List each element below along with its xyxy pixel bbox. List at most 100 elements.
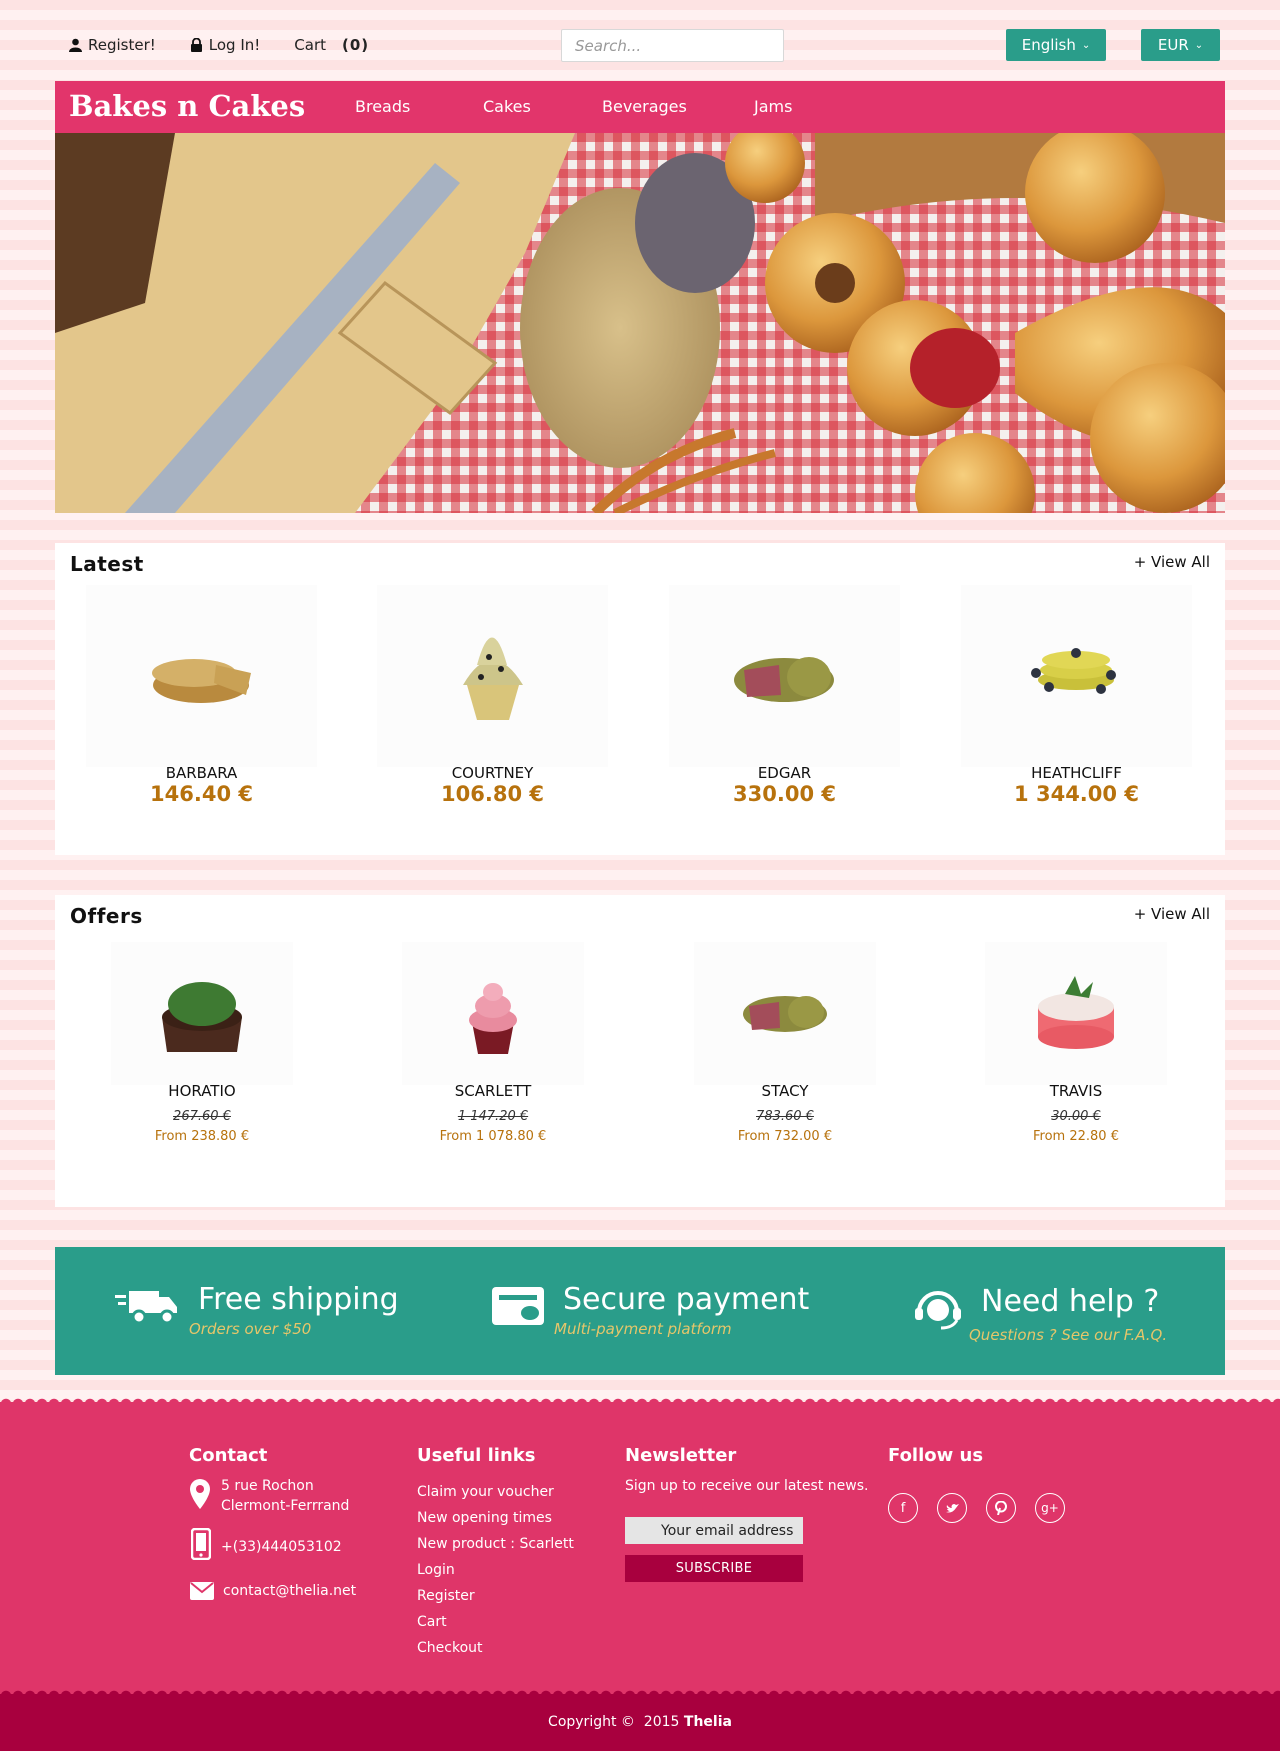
contact-address: 5 rue Rochon Clermont-Ferrrand (221, 1476, 349, 1516)
nav-item-jams[interactable]: Jams (754, 97, 792, 116)
copyright-brand[interactable]: Thelia (684, 1714, 732, 1730)
headset-icon (915, 1291, 961, 1330)
product-name[interactable]: EDGAR (669, 764, 900, 782)
offers-title: Offers (70, 904, 143, 928)
main-nav: Bakes n Cakes Breads Cakes Beverages Jam… (55, 81, 1225, 133)
cart-link[interactable]: Cart (0) (294, 36, 369, 54)
product-price: 106.80 € (441, 782, 544, 806)
footer-link[interactable]: Register (417, 1588, 475, 1604)
footer-link[interactable]: Login (417, 1562, 455, 1578)
brand-logo[interactable]: Bakes n Cakes (69, 89, 305, 123)
product-name[interactable]: HEATHCLIFF (961, 764, 1192, 782)
product-price: From 22.80 € (1033, 1129, 1119, 1144)
currency-value: EUR (1157, 36, 1189, 54)
hero-banner[interactable] (55, 133, 1225, 513)
product-name[interactable]: COURTNEY (377, 764, 608, 782)
product-photo (743, 996, 827, 1032)
features-bar: Free shipping Orders over $50 Secure pay… (55, 1247, 1225, 1375)
product-card[interactable]: COURTNEY 106.80 € (377, 585, 608, 815)
product-price: From 238.80 € (154, 1129, 250, 1144)
newsletter-text: Sign up to receive our latest news. (625, 1478, 869, 1494)
product-name[interactable]: TRAVIS (985, 1082, 1167, 1100)
product-image[interactable] (694, 942, 876, 1085)
feature-title: Secure payment (563, 1282, 810, 1317)
product-name[interactable]: STACY (694, 1082, 876, 1100)
pinterest-glyph (995, 1501, 1007, 1515)
product-name[interactable]: SCARLETT (402, 1082, 584, 1100)
pinterest-icon[interactable] (986, 1493, 1016, 1523)
nav-item-cakes[interactable]: Cakes (483, 97, 531, 116)
copyright-prefix: Copyright © 2015 (548, 1714, 684, 1730)
card-icon (492, 1287, 544, 1325)
nav-item-breads[interactable]: Breads (355, 97, 410, 116)
login-link[interactable]: Log In! (190, 36, 260, 54)
register-link[interactable]: Register! (69, 36, 156, 54)
product-image[interactable] (669, 585, 900, 767)
product-card[interactable]: EDGAR 330.00 € (669, 585, 900, 815)
product-photo (463, 637, 523, 720)
product-image[interactable] (985, 942, 1167, 1085)
product-image[interactable] (377, 585, 608, 767)
product-image[interactable] (402, 942, 584, 1085)
product-card[interactable]: HORATIO 267.60 € From 238.80 € (111, 942, 293, 1152)
nav-item-beverages[interactable]: Beverages (602, 97, 687, 116)
product-old-price: 783.60 € (756, 1109, 814, 1124)
product-old-price: 267.60 € (173, 1109, 231, 1124)
feature-subtitle: Orders over $50 (189, 1320, 312, 1338)
offers-section: Offers + View All HORATIO 267.60 € From … (55, 895, 1225, 1207)
latest-title: Latest (70, 552, 144, 576)
product-photo (1038, 976, 1114, 1049)
product-card[interactable]: TRAVIS 30.00 € From 22.80 € (985, 942, 1167, 1152)
footer-link[interactable]: Cart (417, 1614, 447, 1630)
google-plus-icon[interactable]: g+ (1035, 1493, 1065, 1523)
offers-view-all-link[interactable]: + View All (1134, 905, 1210, 923)
chevron-down-icon: ⌄ (1081, 39, 1091, 51)
language-value: English (1021, 36, 1076, 54)
envelope-icon (190, 1582, 214, 1600)
address-line: Clermont-Ferrrand (221, 1498, 350, 1514)
footer-link[interactable]: Checkout (417, 1640, 483, 1656)
footer-link[interactable]: New product : Scarlett (417, 1536, 574, 1552)
product-old-price: 30.00 € (1051, 1109, 1101, 1124)
phone-icon (191, 1528, 211, 1560)
latest-view-all-link[interactable]: + View All (1134, 553, 1210, 571)
product-image[interactable] (86, 585, 317, 767)
product-card[interactable]: SCARLETT 1 147.20 € From 1 078.80 € (402, 942, 584, 1152)
follow-heading: Follow us (888, 1445, 984, 1466)
product-price: 1 344.00 € (1014, 782, 1139, 806)
product-card[interactable]: STACY 783.60 € From 732.00 € (694, 942, 876, 1152)
contact-phone: +(33)444053102 (221, 1539, 342, 1555)
map-pin-icon (190, 1479, 210, 1509)
product-name[interactable]: BARBARA (86, 764, 317, 782)
copyright-text: Copyright © 2015 Thelia (0, 1714, 1280, 1730)
subscribe-button[interactable]: SUBSCRIBE (625, 1555, 803, 1582)
feature-subtitle: Multi-payment platform (554, 1320, 732, 1338)
product-image[interactable] (961, 585, 1192, 767)
search-input[interactable]: Search... (561, 29, 784, 62)
footer-link[interactable]: New opening times (417, 1510, 552, 1526)
copyright-bar: Copyright © 2015 Thelia (0, 1694, 1280, 1751)
latest-section: Latest + View All BARBARA 146.40 € COURT… (55, 543, 1225, 855)
newsletter-email-input[interactable]: Your email address (625, 1517, 803, 1544)
product-old-price: 1 147.20 € (457, 1109, 529, 1124)
contact-email[interactable]: contact@thelia.net (223, 1581, 356, 1601)
currency-select[interactable]: EUR ⌄ (1141, 29, 1220, 61)
hero-image (55, 133, 1225, 513)
product-card[interactable]: BARBARA 146.40 € (86, 585, 317, 815)
truck-icon (115, 1291, 177, 1325)
cart-count: (0) (342, 36, 370, 54)
footer-link[interactable]: Claim your voucher (417, 1484, 554, 1500)
product-photo (152, 659, 251, 703)
product-image[interactable] (111, 942, 293, 1085)
language-select[interactable]: English ⌄ (1006, 29, 1106, 61)
product-price: 330.00 € (733, 782, 836, 806)
address-line: 5 rue Rochon (221, 1478, 314, 1494)
twitter-icon[interactable] (937, 1493, 967, 1523)
facebook-icon[interactable]: f (888, 1493, 918, 1523)
contact-heading: Contact (189, 1445, 268, 1466)
top-bar: Register! Log In! Cart (0) Search... Eng… (0, 0, 1280, 80)
product-card[interactable]: HEATHCLIFF 1 344.00 € (961, 585, 1192, 815)
product-name[interactable]: HORATIO (111, 1082, 293, 1100)
account-links: Register! Log In! Cart (0) (69, 36, 369, 54)
lock-icon (190, 38, 202, 52)
